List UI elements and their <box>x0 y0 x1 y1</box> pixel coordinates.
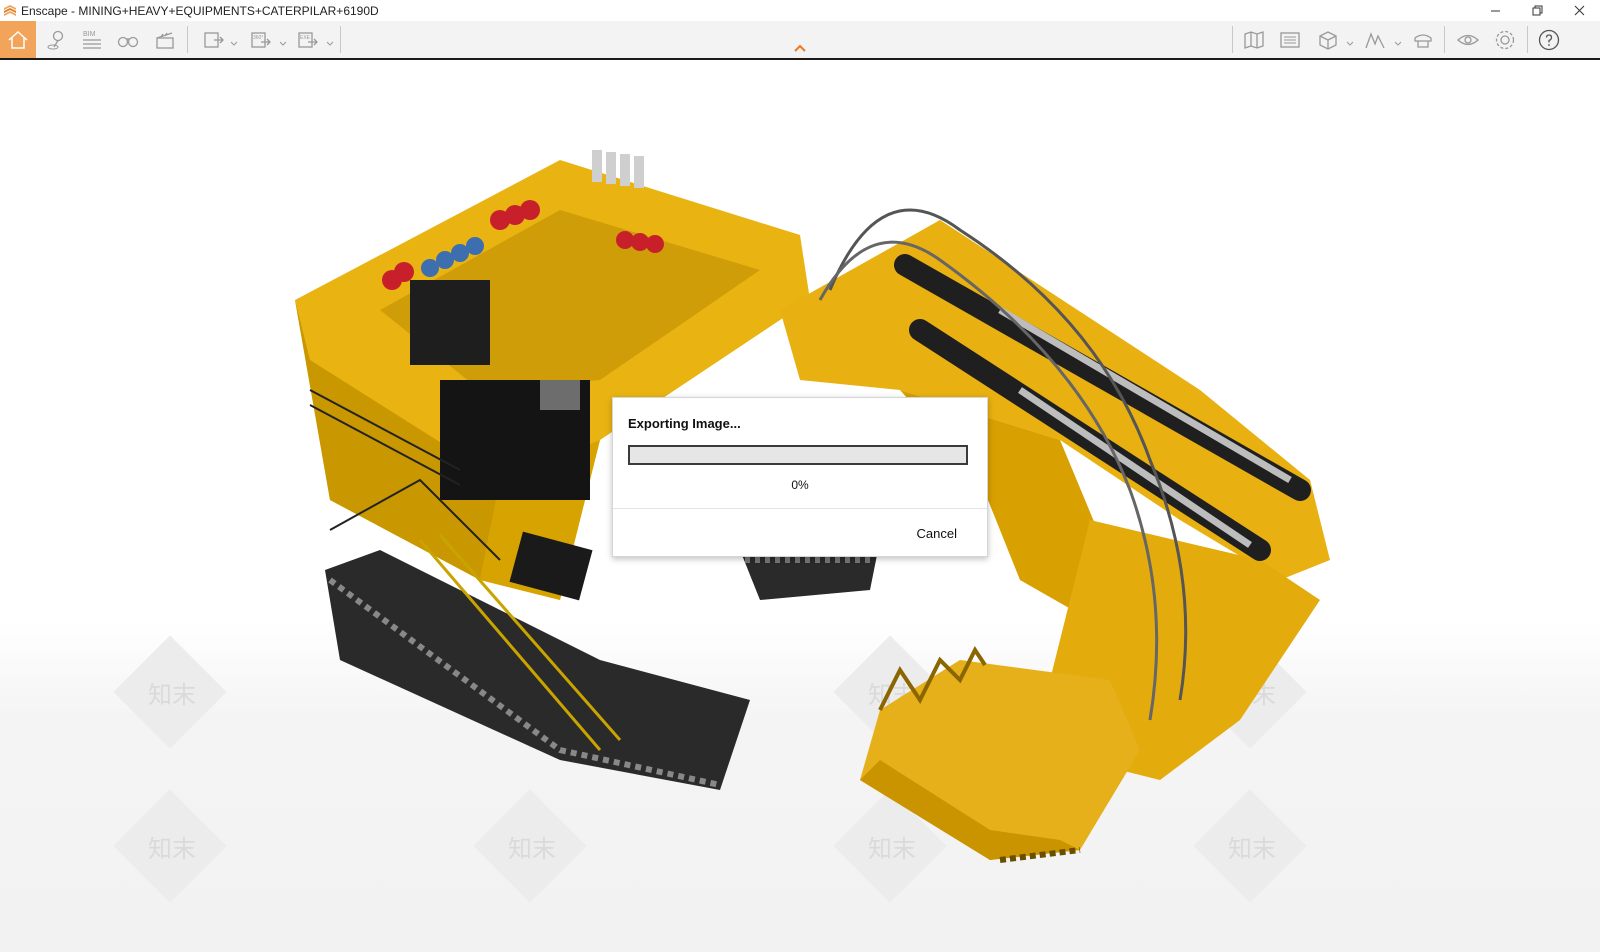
views-button[interactable] <box>38 21 74 58</box>
restore-button[interactable] <box>1516 0 1558 21</box>
dialog-divider <box>613 508 987 509</box>
help-button[interactable] <box>1531 21 1567 58</box>
settings-gear-icon <box>1495 30 1515 49</box>
map-icon <box>1244 30 1264 49</box>
map-button[interactable] <box>1236 21 1272 58</box>
clapperboard-icon <box>156 31 174 49</box>
cube-icon <box>1319 30 1337 50</box>
atmosphere-button[interactable] <box>1357 21 1393 58</box>
settings-button[interactable] <box>1487 21 1523 58</box>
cube-button[interactable] <box>1310 21 1346 58</box>
export-exe-dropdown[interactable] <box>326 35 334 46</box>
svg-text:EXE: EXE <box>300 35 311 41</box>
minimize-icon <box>1490 10 1500 12</box>
enscape-logo-icon <box>4 4 16 16</box>
asset-library-button[interactable] <box>1272 21 1308 58</box>
chevron-down-icon <box>279 41 287 46</box>
bim-icon: BIM <box>83 31 101 49</box>
binoculars-icon <box>117 36 139 47</box>
restore-icon <box>1532 5 1542 16</box>
chevron-down-icon <box>326 41 334 46</box>
chevron-down-icon <box>1394 41 1402 46</box>
hat-icon <box>1414 33 1432 48</box>
export-screenshot-icon <box>204 31 224 48</box>
binoculars-button[interactable] <box>110 21 146 58</box>
close-button[interactable] <box>1558 0 1600 21</box>
mountains-icon <box>1365 31 1385 48</box>
export-360-icon: 360° <box>251 31 271 48</box>
help-icon <box>1538 29 1560 50</box>
toolbar-separator <box>187 26 188 53</box>
export-screenshot-dropdown[interactable] <box>230 35 238 46</box>
home-icon <box>8 30 28 49</box>
visual-settings-button[interactable] <box>1450 21 1486 58</box>
asset-library-icon <box>1280 31 1300 48</box>
cancel-button[interactable]: Cancel <box>917 526 957 541</box>
export-screenshot-button[interactable] <box>196 21 232 58</box>
chevron-down-icon <box>1346 41 1354 46</box>
title-bar: Enscape - MINING+HEAVY+EQUIPMENTS+CATERP… <box>0 0 1600 21</box>
eye-icon <box>1457 34 1479 45</box>
video-editor-button[interactable] <box>147 21 183 58</box>
export-360-dropdown[interactable] <box>279 35 287 46</box>
toolbar-separator <box>1444 26 1445 53</box>
collapse-toolbar-chevron-icon[interactable] <box>792 43 808 53</box>
location-pin-icon <box>47 30 64 49</box>
svg-text:BIM: BIM <box>83 31 96 38</box>
export-exe-button[interactable]: EXE <box>290 21 326 58</box>
export-progress-dialog: Exporting Image... 0% Cancel <box>612 397 988 557</box>
toolbar: BIM 360° EXE <box>0 21 1600 60</box>
window-title: Enscape - MINING+HEAVY+EQUIPMENTS+CATERP… <box>21 3 379 18</box>
bim-button[interactable]: BIM <box>74 21 110 58</box>
dialog-title: Exporting Image... <box>628 416 741 431</box>
export-360-button[interactable]: 360° <box>243 21 279 58</box>
chevron-down-icon <box>230 41 238 46</box>
atmosphere-dropdown[interactable] <box>1394 35 1402 46</box>
progress-percent: 0% <box>791 478 809 492</box>
toolbar-separator <box>340 26 341 53</box>
svg-text:360°: 360° <box>253 35 263 41</box>
export-progress-bar <box>628 445 968 465</box>
hat-button[interactable] <box>1405 21 1441 58</box>
home-button[interactable] <box>0 21 36 58</box>
close-icon <box>1574 5 1584 16</box>
minimize-button[interactable] <box>1474 0 1516 21</box>
toolbar-separator <box>1527 26 1528 53</box>
export-exe-icon: EXE <box>298 31 318 48</box>
toolbar-separator <box>1232 26 1233 53</box>
cube-dropdown[interactable] <box>1346 35 1354 46</box>
